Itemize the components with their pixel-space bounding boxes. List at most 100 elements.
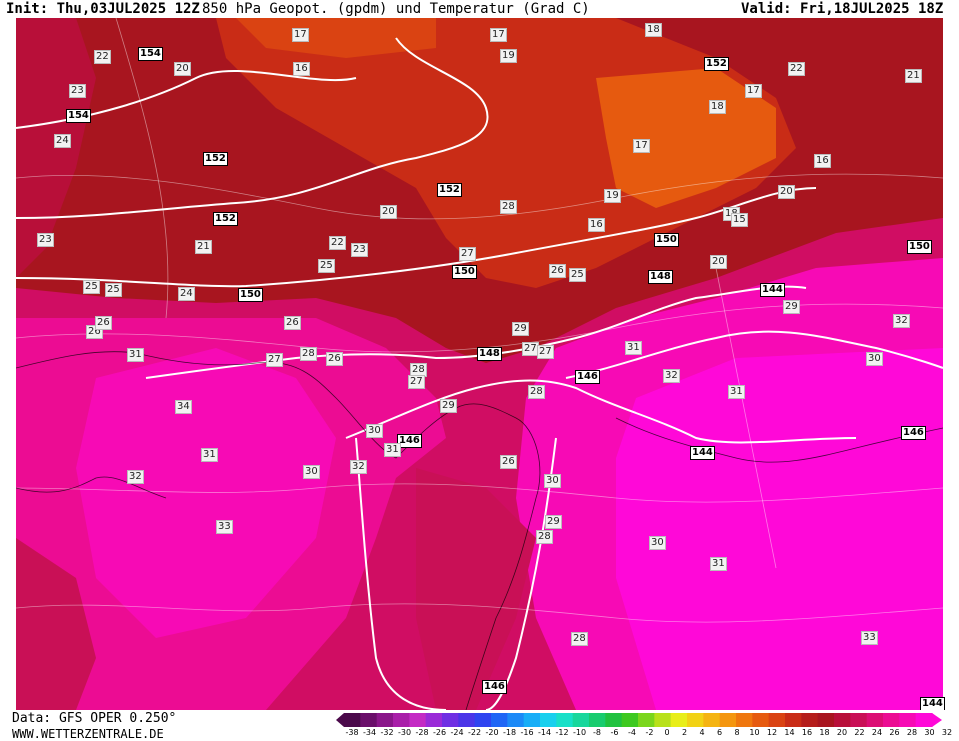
temperature-label: 21 — [905, 69, 922, 83]
colorbar-tick: -24 — [450, 728, 464, 737]
temperature-label: 31 — [384, 443, 401, 457]
temperature-label: 17 — [490, 28, 507, 42]
colorbar-tick: -14 — [537, 728, 552, 737]
geopotential-label: 150 — [238, 288, 263, 302]
colorbar-tick: 10 — [749, 728, 760, 737]
map-canvas — [16, 18, 943, 710]
temperature-label: 30 — [544, 474, 561, 488]
colorbar-swatch — [736, 713, 753, 727]
temperature-label: 18 — [709, 100, 726, 114]
colorbar-swatch — [866, 713, 884, 727]
colorbar-tick: 18 — [819, 728, 830, 737]
temperature-label: 23 — [351, 243, 368, 257]
colorbar-tick: 14 — [784, 728, 795, 737]
colorbar-tick: 4 — [699, 728, 705, 737]
temperature-label: 22 — [329, 236, 346, 250]
colorbar-tick: -38 — [345, 728, 359, 737]
colorbar-swatch — [393, 713, 410, 727]
colorbar-tick: -30 — [397, 728, 412, 737]
colorbar-swatch — [458, 713, 476, 727]
colorbar-tick: 24 — [871, 728, 883, 737]
temperature-label: 29 — [512, 322, 529, 336]
temperature-label: 16 — [293, 62, 310, 76]
temperature-label: 16 — [588, 218, 605, 232]
colorbar-tick: -12 — [555, 728, 569, 737]
temperature-label: 31 — [127, 348, 144, 362]
colorbar-swatch — [376, 713, 394, 727]
colorbar-tick: -6 — [610, 728, 619, 737]
colorbar-tick: -32 — [380, 728, 394, 737]
colorbar-swatch — [605, 713, 623, 727]
temperature-label: 17 — [745, 84, 762, 98]
temperature-label: 30 — [366, 424, 383, 438]
temperature-label: 29 — [440, 399, 457, 413]
temperature-label: 26 — [95, 316, 112, 330]
temperature-label: 20 — [778, 185, 795, 199]
temperature-label: 17 — [633, 139, 650, 153]
colorbar-tick: -2 — [645, 728, 654, 737]
colorbar-swatch — [491, 713, 508, 727]
colorbar-tick: 2 — [681, 728, 688, 737]
temperature-colorbar — [336, 713, 942, 727]
temperature-label: 25 — [569, 268, 586, 282]
geopotential-label: 150 — [654, 233, 679, 247]
temperature-label: 29 — [545, 515, 562, 529]
temperature-label: 32 — [127, 470, 144, 484]
colorbar-tick: 32 — [941, 728, 953, 737]
colorbar-swatch — [850, 713, 868, 727]
temperature-label: 28 — [528, 385, 545, 399]
temperature-label: 23 — [37, 233, 54, 247]
temperature-label: 31 — [728, 385, 745, 399]
colorbar-swatch — [474, 713, 492, 727]
temperature-label: 28 — [571, 632, 588, 646]
geopotential-label: 154 — [66, 109, 91, 123]
temperature-label: 31 — [201, 448, 218, 462]
colorbar-swatch — [899, 713, 917, 727]
colorbar-tick: -8 — [593, 728, 601, 737]
geopotential-label: 144 — [920, 697, 945, 711]
temperature-label: 22 — [94, 50, 111, 64]
colorbar-swatch — [540, 713, 557, 727]
colorbar-tick: 6 — [716, 728, 723, 737]
colorbar-swatch — [556, 713, 574, 727]
colorbar-tick: -26 — [432, 728, 447, 737]
temperature-label: 17 — [292, 28, 309, 42]
temperature-label: 30 — [866, 352, 883, 366]
temperature-label: 26 — [326, 352, 343, 366]
geopotential-label: 152 — [203, 152, 228, 166]
colorbar-swatch — [768, 713, 786, 727]
geopotential-label: 144 — [760, 283, 785, 297]
temperature-label: 30 — [303, 465, 320, 479]
temperature-label: 29 — [783, 300, 800, 314]
temperature-label: 23 — [69, 84, 86, 98]
colorbar-tick: 0 — [664, 728, 670, 737]
temperature-label: 33 — [861, 631, 878, 645]
colorbar-swatch — [523, 713, 541, 727]
temperature-label: 27 — [537, 345, 554, 359]
geopotential-label: 150 — [452, 265, 477, 279]
colorbar-swatch — [425, 713, 443, 727]
colorbar-tick-labels: -38 -34 -32 -30 -28 -26 -24 -22 -20 -18 -16 -14 -12-… — [340, 728, 955, 740]
weather-map — [16, 18, 943, 710]
colorbar-swatch — [915, 713, 933, 727]
temperature-label: 22 — [788, 62, 805, 76]
colorbar-tick: -28 — [415, 728, 429, 737]
colorbar-swatch — [638, 713, 655, 727]
temperature-label: 25 — [83, 280, 100, 294]
temperature-label: 28 — [300, 347, 317, 361]
geopotential-label: 144 — [690, 446, 715, 460]
temperature-label: 32 — [663, 369, 680, 383]
colorbar-tick: -4 — [628, 728, 636, 737]
temperature-label: 33 — [216, 520, 233, 534]
temperature-label: 24 — [178, 287, 195, 301]
temperature-label: 19 — [604, 189, 621, 203]
temperature-label: 26 — [284, 316, 301, 330]
geopotential-label: 154 — [138, 47, 163, 61]
colorbar-tick: 8 — [734, 728, 740, 737]
temperature-label: 27 — [459, 247, 476, 261]
colorbar-swatch — [785, 713, 802, 727]
colorbar-tick: 28 — [906, 728, 918, 737]
colorbar-tick: 16 — [801, 728, 813, 737]
colorbar-swatch — [703, 713, 721, 727]
chart-header: Init: Thu,03JUL2025 12Z 850 hPa Geopot. … — [0, 0, 959, 18]
